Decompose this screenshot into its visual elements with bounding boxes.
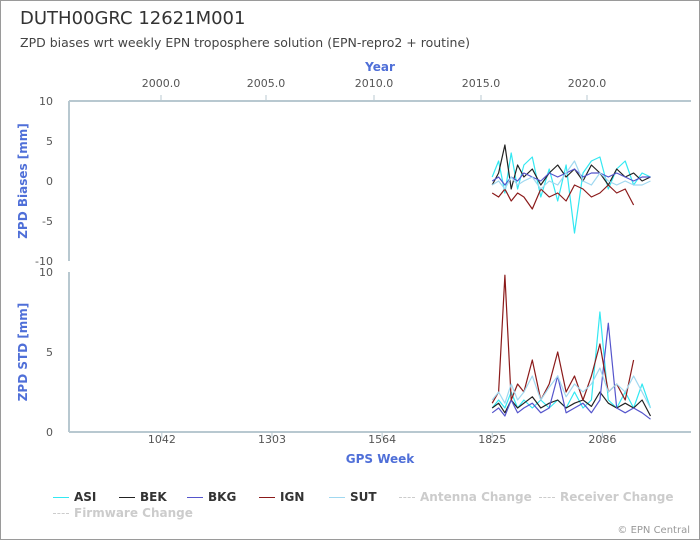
legend-swatch: [329, 497, 345, 498]
bias-series-ign: [491, 184, 635, 210]
legend-swatch: [539, 497, 555, 498]
bias-y-tick-label: 10: [39, 95, 53, 108]
bottom-axis-tick-label: 1303: [258, 433, 286, 446]
legend-label: SUT: [350, 490, 377, 504]
legend-swatch: [259, 497, 275, 498]
bias-y-tick-label: 5: [46, 135, 53, 148]
legend-label: Firmware Change: [74, 506, 193, 520]
legend-item-bek[interactable]: BEK: [119, 490, 167, 504]
std-series-ign: [491, 274, 635, 404]
legend-label: BKG: [208, 490, 237, 504]
legend-swatch: [399, 497, 415, 498]
top-axis-tick-label: 2010.0: [355, 77, 394, 90]
legend-item-asi[interactable]: ASI: [53, 490, 96, 504]
chart-svg: 2000.0 2005.0 2010.0 2015.0 2020.0 Year 10 5 0 -5…: [16, 60, 691, 466]
legend-item-bkg[interactable]: BKG: [187, 490, 236, 504]
legend-swatch: [53, 513, 69, 514]
credits: © EPN Central: [617, 525, 690, 536]
std-y-tick-label: 10: [39, 266, 53, 279]
legend-label: Antenna Change: [420, 490, 532, 504]
legend-swatch: [119, 497, 135, 498]
std-y-axis-title: ZPD STD [mm]: [16, 303, 30, 402]
top-axis-tick-label: 2005.0: [247, 77, 286, 90]
legend-label: IGN: [280, 490, 305, 504]
bias-y-axis-title: ZPD Biases [mm]: [16, 123, 30, 239]
legend-item-sut[interactable]: SUT: [329, 490, 377, 504]
bottom-axis-title: GPS Week: [346, 452, 416, 466]
bias-y-tick-label: -5: [42, 215, 53, 228]
legend-swatch: [187, 497, 203, 498]
std-y-tick-label: 0: [46, 426, 53, 439]
legend-label: BEK: [140, 490, 167, 504]
top-axis-tick-label: 2020.0: [568, 77, 607, 90]
legend-item-antenna-change[interactable]: Antenna Change: [399, 490, 532, 504]
bottom-axis-tick-label: 1564: [368, 433, 396, 446]
top-axis-title: Year: [364, 60, 395, 74]
legend-item-ign[interactable]: IGN: [259, 490, 304, 504]
bottom-axis-tick-label: 2086: [588, 433, 616, 446]
legend-label: ASI: [74, 490, 97, 504]
bottom-axis-tick-label: 1042: [148, 433, 176, 446]
bottom-axis-tick-label: 1825: [478, 433, 506, 446]
legend-item-firmware-change[interactable]: Firmware Change: [53, 506, 193, 520]
legend-label: Receiver Change: [560, 490, 674, 504]
top-axis-tick-label: 2015.0: [462, 77, 501, 90]
legend-item-receiver-change[interactable]: Receiver Change: [539, 490, 674, 504]
std-y-tick-label: 5: [46, 346, 53, 359]
top-axis-tick-label: 2000.0: [142, 77, 181, 90]
bias-y-tick-label: 0: [46, 175, 53, 188]
legend-swatch: [53, 497, 69, 498]
chart-frame: DUTH00GRC 12621M001 ZPD biases wrt weekl…: [0, 0, 700, 540]
